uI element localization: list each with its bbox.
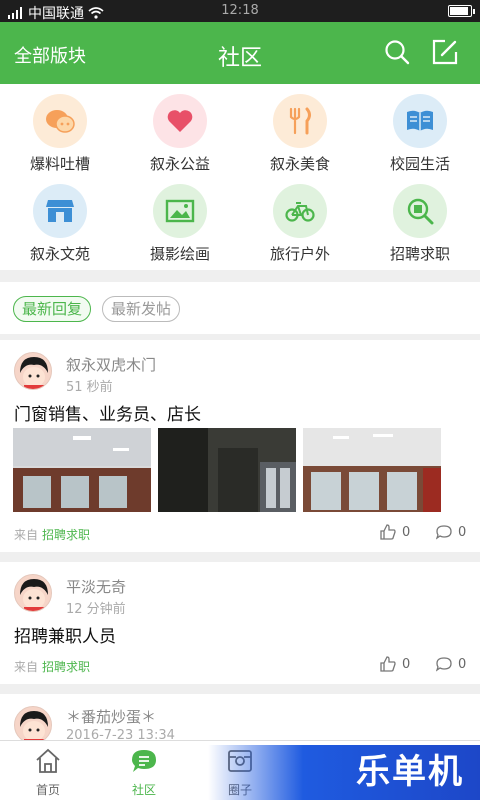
from-label: 来自 [14,660,39,674]
like-button[interactable]: 0 [380,656,410,672]
comment-icon [436,525,452,540]
category-jobs[interactable]: 招聘求职 [360,174,480,264]
comment-count: 0 [458,656,467,672]
post-author[interactable]: ＊番茄炒蛋＊ [66,706,156,727]
heart-icon [153,94,207,148]
clock: 12:18 [221,3,259,18]
post-category-link[interactable]: 招聘求职 [42,528,90,542]
picture-icon [153,184,207,238]
category-photo[interactable]: 摄影绘画 [120,174,240,264]
compose-icon[interactable] [431,38,459,66]
category-label: 叙永公益 [149,155,210,173]
category-label: 叙永文苑 [29,245,90,263]
category-label: 招聘求职 [389,245,450,263]
post-source: 来自 招聘求职 [14,526,90,543]
post-title[interactable]: 门窗销售、业务员、店长 [14,400,201,425]
like-count: 0 [402,524,411,540]
bicycle-icon [273,184,327,238]
comment-count: 0 [458,524,467,540]
category-label: 校园生活 [389,155,450,173]
battery-icon [448,5,475,17]
home-icon [36,748,60,773]
category-gossip[interactable]: 爆料吐槽 [0,84,120,174]
post-image[interactable] [158,428,296,512]
category-travel[interactable]: 旅行户外 [240,174,360,264]
post-time: 2016-7-23 13:34 [66,728,175,740]
from-label: 来自 [14,528,39,542]
category-food[interactable]: 叙永美食 [240,84,360,174]
avatar[interactable] [14,706,52,740]
post-author[interactable]: 平淡无奇 [66,576,126,597]
post-title[interactable]: 招聘兼职人员 [14,622,116,647]
avatar[interactable] [14,352,52,390]
comment-button[interactable]: 0 [436,656,466,672]
category-campus[interactable]: 校园生活 [360,84,480,174]
comment-button[interactable]: 0 [436,524,466,540]
category-literature[interactable]: 叙永文苑 [0,174,120,264]
post-image[interactable] [303,428,441,512]
search-icon[interactable] [383,38,411,66]
fork-knife-icon [273,94,327,148]
like-button[interactable]: 0 [380,524,410,540]
app-bar: 全部版块 社区 [0,22,480,84]
search-doc-icon [393,184,447,238]
category-label: 摄影绘画 [149,245,210,263]
category-label: 爆料吐槽 [29,155,90,173]
gossip-icon [33,94,87,148]
thumbs-up-icon [380,656,396,672]
post-author[interactable]: 叙永双虎木门 [66,354,156,375]
tab-home[interactable]: 首页 [0,741,96,800]
shop-icon [33,184,87,238]
post-source: 来自 招聘求职 [14,658,90,675]
post-time: 12 分钟前 [66,602,126,617]
category-label: 旅行户外 [269,245,330,263]
tab-community[interactable]: 社区 [96,741,192,800]
watermark-logo: 乐单机 [208,745,480,800]
latest-reply-tab[interactable]: 最新回复 [13,296,92,322]
tab-label: 首页 [35,783,60,797]
comment-icon [436,657,452,672]
book-icon [393,94,447,148]
thumbs-up-icon [380,524,396,540]
latest-post-tab[interactable]: 最新发帖 [102,296,181,322]
post-card[interactable]: 平淡无奇 12 分钟前 招聘兼职人员 来自 招聘求职 0 0 [0,562,480,684]
post-category-link[interactable]: 招聘求职 [42,660,90,674]
post-time: 51 秒前 [66,380,113,395]
post-card[interactable]: ＊番茄炒蛋＊ 2016-7-23 13:34 [0,694,480,740]
chat-bubble-icon [132,750,156,772]
sort-filters: 最新回复 最新发帖 [0,282,480,334]
post-card[interactable]: 叙永双虎木门 51 秒前 门窗销售、业务员、店长 来自 招聘求职 0 0 [0,340,480,552]
like-count: 0 [402,656,411,672]
avatar[interactable] [14,574,52,612]
category-label: 叙永美食 [269,155,330,173]
category-charity[interactable]: 叙永公益 [120,84,240,174]
post-image[interactable] [13,428,151,512]
status-bar: 中国联通 12:18 [0,0,480,22]
tab-label: 社区 [131,783,156,797]
category-grid: 爆料吐槽 叙永公益 叙永美食 校园生活 叙永文苑 摄影绘画 旅行户外 招聘求职 [0,84,480,270]
